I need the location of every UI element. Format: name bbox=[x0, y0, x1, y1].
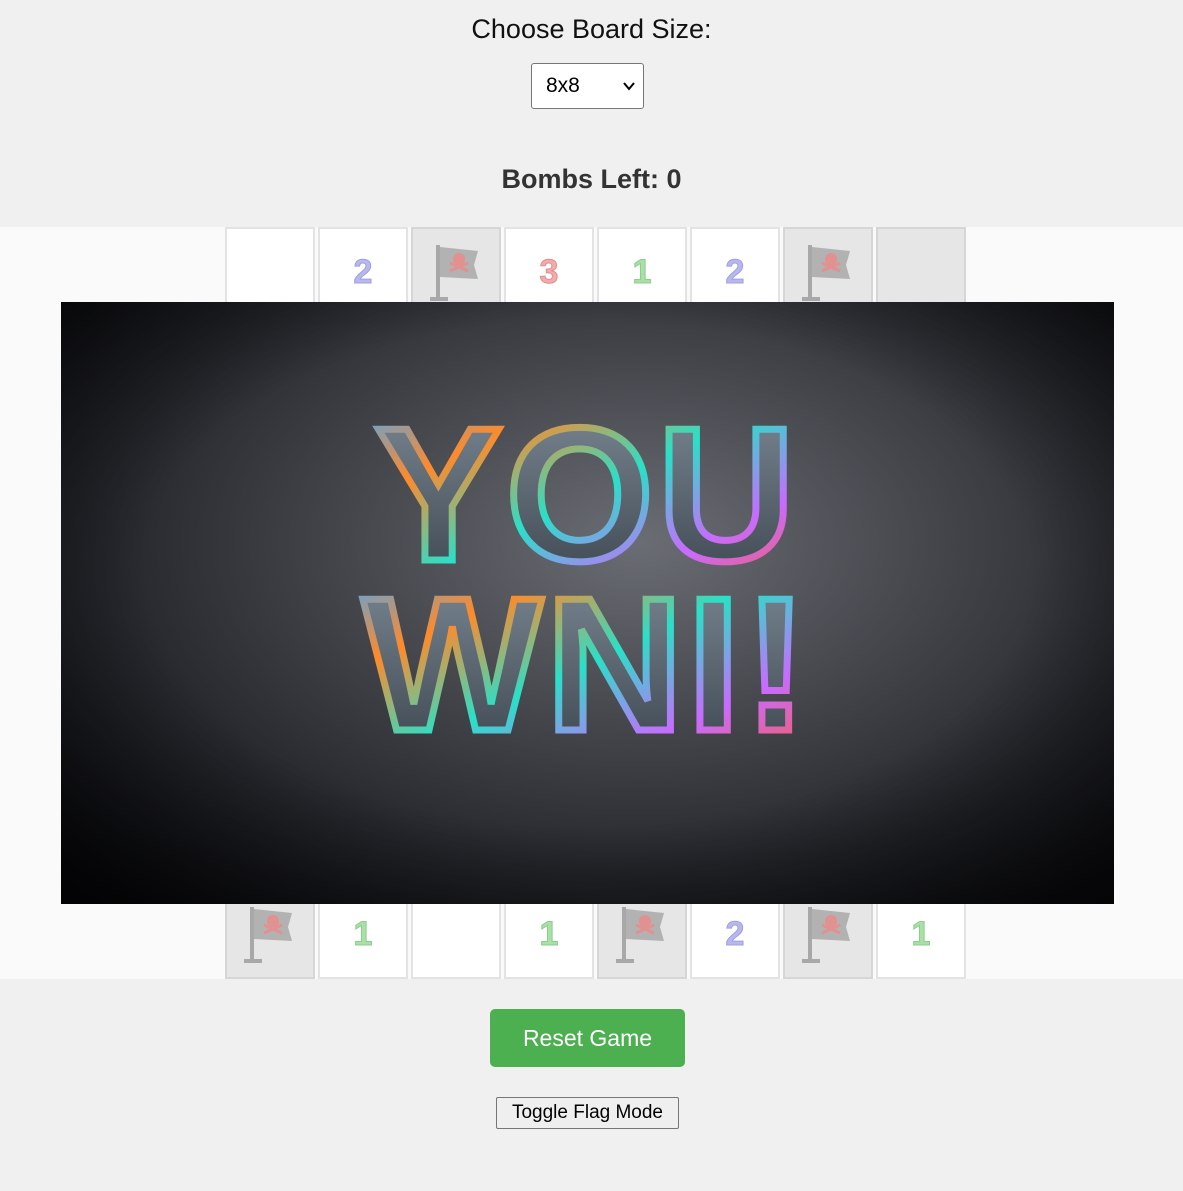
pirate-flag-icon bbox=[244, 907, 292, 963]
pirate-flag-icon bbox=[616, 907, 664, 963]
cell-number: 2 bbox=[725, 914, 745, 953]
pirate-flag-icon bbox=[802, 907, 850, 963]
you-win-overlay: YOU WNI! bbox=[61, 302, 1114, 904]
cell-number: 3 bbox=[539, 252, 559, 291]
cell-number: 1 bbox=[911, 914, 931, 953]
cell-number: 2 bbox=[353, 252, 373, 291]
cell-number: 2 bbox=[725, 252, 745, 291]
pirate-flag-icon bbox=[430, 245, 478, 301]
board-size-title: Choose Board Size: bbox=[471, 14, 712, 44]
cell-number: 1 bbox=[353, 914, 373, 953]
win-text-line2: WNI! bbox=[363, 559, 812, 771]
board-size-select[interactable]: 8x8 bbox=[531, 63, 644, 109]
pirate-flag-icon bbox=[802, 245, 850, 301]
bombs-left-counter: Bombs Left: 0 bbox=[501, 164, 682, 194]
board-size-value: 8x8 bbox=[546, 74, 580, 97]
cell-number: 1 bbox=[539, 914, 559, 953]
toggle-flag-mode-button[interactable]: Toggle Flag Mode bbox=[496, 1097, 679, 1129]
you-win-image: YOU WNI! bbox=[61, 302, 1114, 904]
chevron-down-icon bbox=[623, 82, 635, 91]
cell-number: 1 bbox=[632, 252, 652, 291]
reset-game-button[interactable]: Reset Game bbox=[490, 1009, 685, 1067]
